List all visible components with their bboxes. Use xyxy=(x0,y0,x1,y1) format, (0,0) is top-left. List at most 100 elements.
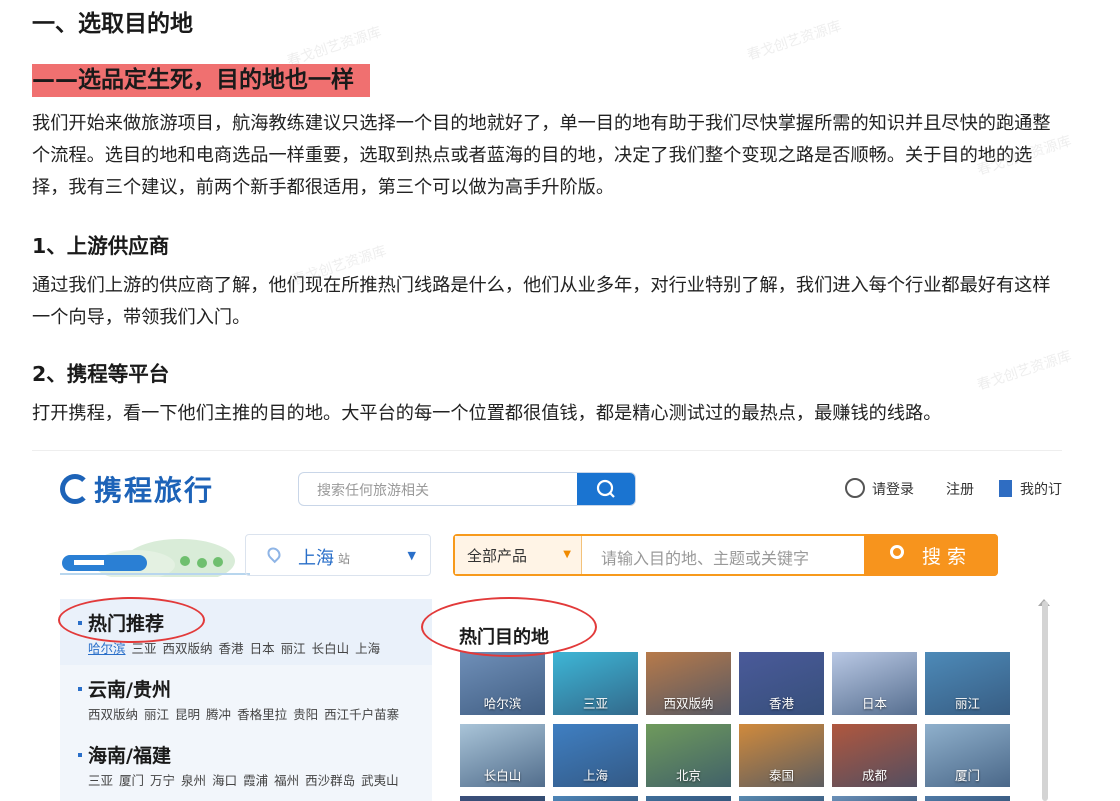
sidebar-link[interactable]: 上海 xyxy=(355,641,380,656)
destination-label: 西双版纳 xyxy=(663,696,714,711)
intro-paragraph: 我们开始来做旅游项目，航海教练建议只选择一个目的地就好了，单一目的地有助于我们尽… xyxy=(32,113,1051,198)
sidebar-link[interactable]: 贵阳 xyxy=(293,707,318,722)
destination-tile[interactable]: 三亚 xyxy=(553,652,638,715)
destination-label: 长白山 xyxy=(483,768,522,783)
sidebar-link[interactable]: 泉州 xyxy=(181,773,206,788)
sidebar-link[interactable]: 香港 xyxy=(219,641,244,656)
supplier-paragraph: 通过我们上游的供应商了解，他们现在所推热门线路是什么，他们从业多年，对行业特别了… xyxy=(32,275,1051,328)
destination-tile[interactable]: 丽江 xyxy=(925,652,1010,715)
subheading-supplier: 1、上游供应商 xyxy=(32,234,170,258)
sidebar-link[interactable]: 武夷山 xyxy=(361,773,399,788)
ctrip-screenshot: 携程旅行 搜索任何旅游相关 请登录 注册 我的订 上海 站 ▼ 全部产品 ▼ 请… xyxy=(32,450,1062,801)
sidebar-link[interactable]: 西双版纳 xyxy=(163,641,213,656)
sidebar-links: 西双版纳 丽江 昆明 腾冲 香格里拉 贵阳 西江千户苗寨 xyxy=(88,704,405,723)
main-search-button-label: 搜索 xyxy=(922,546,973,568)
orders-icon xyxy=(999,480,1012,497)
site-search-box[interactable]: 搜索任何旅游相关 xyxy=(298,472,636,506)
main-search-input[interactable]: 请输入目的地、主题或关键字 xyxy=(601,545,809,569)
bullet-icon xyxy=(78,753,82,757)
chevron-down-icon: ▼ xyxy=(407,549,416,562)
subheading-platform: 2、携程等平台 xyxy=(32,362,170,386)
scrollbar[interactable] xyxy=(1042,601,1048,801)
site-search-button[interactable] xyxy=(577,473,635,505)
sidebar-link[interactable]: 香格里拉 xyxy=(237,707,287,722)
watermark: 春戈创艺资源库 xyxy=(975,348,1074,394)
main-search-bar: 全部产品 ▼ 请输入目的地、主题或关键字 搜索 xyxy=(453,534,998,576)
sidebar-title: 云南/贵州 xyxy=(88,679,171,701)
destination-tile[interactable] xyxy=(646,796,731,801)
sidebar-link[interactable]: 丽江 xyxy=(144,707,169,722)
sidebar-title: 海南/福建 xyxy=(88,745,171,767)
ctrip-logo-text: 携程旅行 xyxy=(94,474,215,507)
sidebar-link[interactable]: 哈尔滨 xyxy=(88,641,126,656)
destination-label: 厦门 xyxy=(954,768,980,783)
sidebar-link[interactable]: 长白山 xyxy=(312,641,350,656)
destination-label: 日本 xyxy=(861,696,887,711)
destination-tile[interactable]: 厦门 xyxy=(925,724,1010,787)
annotation-circle xyxy=(58,597,205,643)
register-link[interactable]: 注册 xyxy=(946,479,974,499)
destination-tile[interactable] xyxy=(553,796,638,801)
sidebar-link[interactable]: 昆明 xyxy=(175,707,200,722)
city-selector[interactable]: 上海 站 ▼ xyxy=(245,534,431,576)
sidebar-link[interactable]: 西双版纳 xyxy=(88,707,138,722)
destination-label: 三亚 xyxy=(582,696,608,711)
destination-tile[interactable]: 日本 xyxy=(832,652,917,715)
my-orders-link[interactable]: 我的订 xyxy=(1020,479,1062,499)
highlight-heading: ——选品定生死，目的地也一样 xyxy=(32,64,370,97)
destination-tile[interactable]: 上海 xyxy=(553,724,638,787)
destination-label: 成都 xyxy=(861,768,887,783)
destination-tile[interactable] xyxy=(925,796,1010,801)
destination-tile[interactable] xyxy=(460,796,545,801)
bullet-icon xyxy=(78,687,82,691)
city-name: 上海 xyxy=(298,548,334,569)
sidebar-link[interactable]: 三亚 xyxy=(132,641,157,656)
destination-label: 上海 xyxy=(582,768,608,783)
watermark: 春戈创艺资源库 xyxy=(745,18,844,64)
destination-label: 北京 xyxy=(675,768,701,783)
destination-label: 香港 xyxy=(768,696,794,711)
destination-tile[interactable]: 长白山 xyxy=(460,724,545,787)
caret-down-icon: ▼ xyxy=(563,549,571,560)
sidebar-link[interactable]: 日本 xyxy=(250,641,275,656)
destination-label: 丽江 xyxy=(954,696,980,711)
destination-tile[interactable]: 香港 xyxy=(739,652,824,715)
product-category-select[interactable]: 全部产品 ▼ xyxy=(455,536,582,574)
sidebar-link[interactable]: 西江千户苗寨 xyxy=(324,707,399,722)
sidebar-link[interactable]: 霞浦 xyxy=(243,773,268,788)
destination-tile[interactable] xyxy=(832,796,917,801)
sidebar-link[interactable]: 福州 xyxy=(274,773,299,788)
annotation-circle xyxy=(421,597,597,657)
sidebar-link[interactable]: 丽江 xyxy=(281,641,306,656)
city-suffix: 站 xyxy=(338,552,351,566)
sidebar-link[interactable]: 腾冲 xyxy=(206,707,231,722)
search-icon xyxy=(890,545,904,559)
destination-label: 哈尔滨 xyxy=(483,696,522,711)
sidebar-link[interactable]: 海口 xyxy=(212,773,237,788)
sidebar-links: 三亚 厦门 万宁 泉州 海口 霞浦 福州 西沙群岛 武夷山 xyxy=(88,770,405,789)
destination-tile[interactable]: 西双版纳 xyxy=(646,652,731,715)
train-banner-icon xyxy=(60,539,250,577)
login-link[interactable]: 请登录 xyxy=(872,479,914,499)
search-icon xyxy=(596,479,615,498)
site-search-placeholder: 搜索任何旅游相关 xyxy=(317,483,429,499)
ctrip-logo[interactable]: 携程旅行 xyxy=(60,469,214,509)
sidebar-link[interactable]: 厦门 xyxy=(119,773,144,788)
destination-tile[interactable]: 哈尔滨 xyxy=(460,652,545,715)
user-avatar-icon[interactable] xyxy=(845,478,865,498)
destination-tile[interactable] xyxy=(739,796,824,801)
section-heading: 一、选取目的地 xyxy=(32,11,193,37)
sidebar-link[interactable]: 三亚 xyxy=(88,773,113,788)
main-search-button[interactable]: 搜索 xyxy=(864,534,998,576)
destination-tile[interactable]: 泰国 xyxy=(739,724,824,787)
platform-paragraph: 打开携程，看一下他们主推的目的地。大平台的每一个位置都很值钱，都是精心测试过的最… xyxy=(32,403,942,424)
location-pin-icon xyxy=(264,544,284,564)
destination-tile[interactable]: 成都 xyxy=(832,724,917,787)
sidebar-link[interactable]: 西沙群岛 xyxy=(305,773,355,788)
highlight-text: ——选品定生死，目的地也一样 xyxy=(32,67,354,93)
destination-tile[interactable]: 北京 xyxy=(646,724,731,787)
ctrip-logo-icon xyxy=(60,474,90,504)
sidebar-link[interactable]: 万宁 xyxy=(150,773,175,788)
destination-label: 泰国 xyxy=(768,768,794,783)
category-label: 全部产品 xyxy=(467,547,528,565)
